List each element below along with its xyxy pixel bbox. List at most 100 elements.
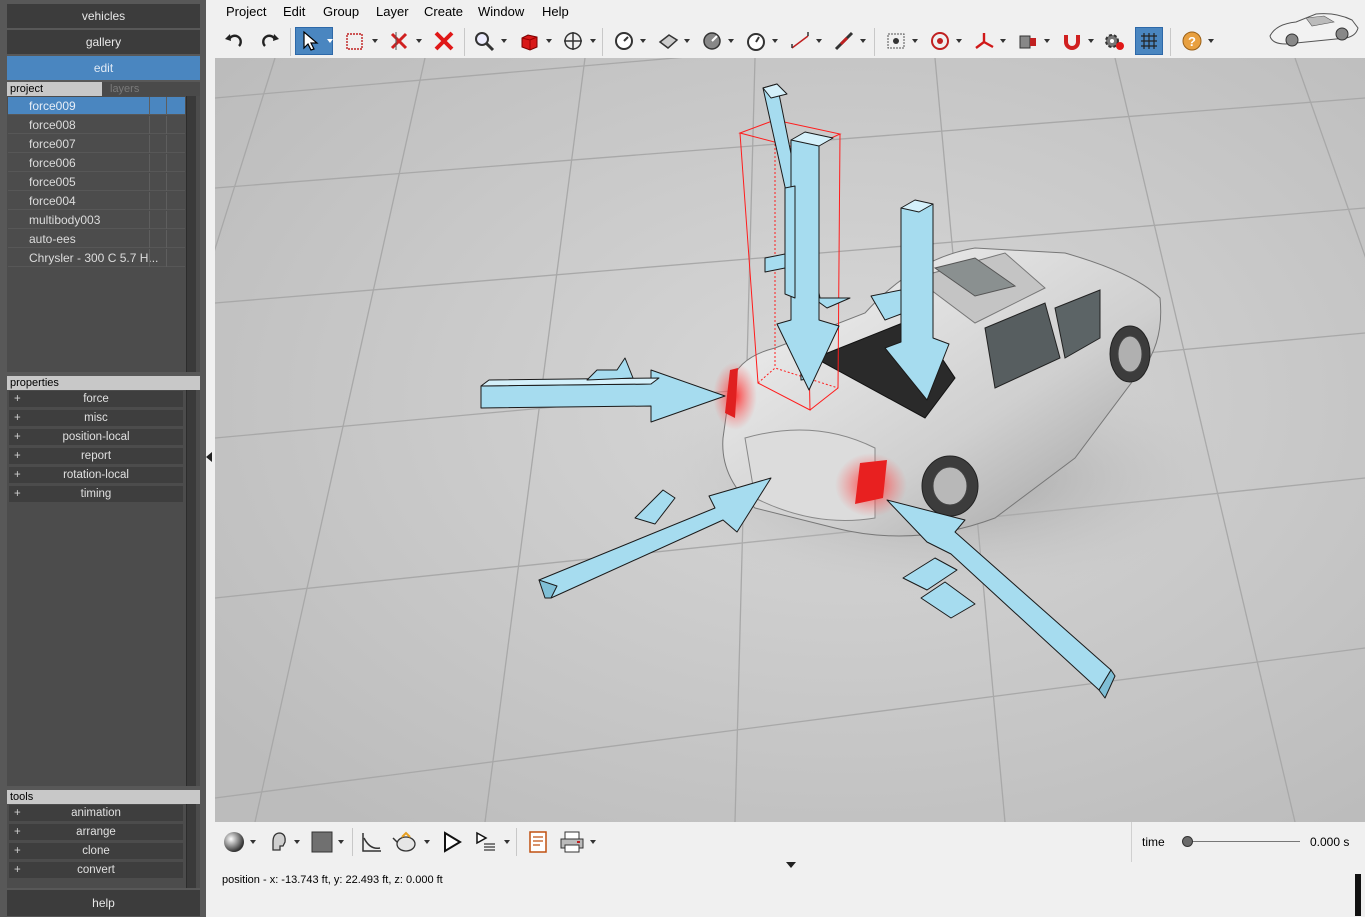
play-icon[interactable] <box>438 828 466 856</box>
tree-item[interactable]: force006 <box>8 154 185 172</box>
time-slider-thumb[interactable] <box>1182 836 1193 847</box>
color-swatch-icon[interactable] <box>308 828 336 856</box>
help-button[interactable]: help <box>7 890 200 916</box>
playlist-icon[interactable] <box>472 828 500 856</box>
report-icon[interactable] <box>524 828 552 856</box>
property-group[interactable]: + misc <box>9 410 183 426</box>
tab-project[interactable]: project <box>7 82 102 96</box>
chevron-down-icon[interactable] <box>372 39 378 43</box>
menu-layer[interactable]: Layer <box>376 4 409 19</box>
zoom-icon[interactable] <box>470 27 498 55</box>
surface-icon[interactable] <box>654 27 682 55</box>
toolbar-separator <box>874 28 875 56</box>
chevron-down-icon[interactable] <box>338 840 344 844</box>
dial-icon[interactable] <box>698 27 726 55</box>
redo-icon[interactable] <box>256 27 284 55</box>
tree-item[interactable]: force008 <box>8 116 185 134</box>
properties-scrollbar[interactable] <box>186 390 196 786</box>
chevron-down-icon[interactable] <box>816 39 822 43</box>
print-icon[interactable] <box>558 828 586 856</box>
probe-icon[interactable] <box>830 27 858 55</box>
chevron-down-icon[interactable] <box>504 840 510 844</box>
collapse-panel-icon[interactable] <box>206 452 212 462</box>
sphere-material-icon[interactable] <box>220 828 248 856</box>
menu-group[interactable]: Group <box>323 4 359 19</box>
tree-item[interactable]: multibody003 <box>8 211 185 229</box>
timer-icon[interactable] <box>742 27 770 55</box>
edit-button[interactable]: edit <box>7 56 200 80</box>
camera-icon[interactable] <box>1014 27 1042 55</box>
time-slider[interactable] <box>1182 836 1300 847</box>
menu-help[interactable]: Help <box>542 4 569 19</box>
tree-item-label: force009 <box>29 99 76 113</box>
property-group[interactable]: + report <box>9 448 183 464</box>
tree-item[interactable]: auto-ees <box>8 230 185 248</box>
undo-icon[interactable] <box>220 27 248 55</box>
3d-viewport[interactable] <box>215 58 1365 822</box>
gauge-icon[interactable] <box>610 27 638 55</box>
tab-layers[interactable]: layers <box>107 82 197 96</box>
tree-item[interactable]: Chrysler - 300 C 5.7 H... <box>8 249 185 267</box>
property-group[interactable]: + force <box>9 391 183 407</box>
tree-item[interactable]: force005 <box>8 173 185 191</box>
chevron-down-icon[interactable] <box>860 39 866 43</box>
menu-project[interactable]: Project <box>226 4 266 19</box>
grid-icon[interactable] <box>1135 27 1163 55</box>
property-group[interactable]: + position-local <box>9 429 183 445</box>
tool-item[interactable]: + clone <box>9 843 183 859</box>
chevron-down-icon[interactable] <box>728 39 734 43</box>
select-box-icon[interactable] <box>341 27 369 55</box>
chevron-down-icon[interactable] <box>1044 39 1050 43</box>
chevron-down-icon[interactable] <box>912 39 918 43</box>
axes-icon[interactable] <box>970 27 998 55</box>
settings-icon[interactable] <box>1100 27 1128 55</box>
chevron-down-icon[interactable] <box>590 840 596 844</box>
box-object-icon[interactable] <box>515 27 543 55</box>
chevron-down-icon[interactable] <box>1088 39 1094 43</box>
gallery-button[interactable]: gallery <box>7 30 200 54</box>
magnet-icon[interactable] <box>1058 27 1086 55</box>
tool-item[interactable]: + animation <box>9 805 183 821</box>
chevron-down-icon[interactable] <box>590 39 596 43</box>
chevron-down-icon[interactable] <box>546 39 552 43</box>
menu-edit[interactable]: Edit <box>283 4 305 19</box>
chevron-down-icon[interactable] <box>501 39 507 43</box>
property-group[interactable]: + timing <box>9 486 183 502</box>
chevron-down-icon[interactable] <box>294 840 300 844</box>
chevron-down-icon[interactable] <box>772 39 778 43</box>
tree-item[interactable]: force009 <box>8 97 185 115</box>
vehicles-button[interactable]: vehicles <box>7 4 200 28</box>
tools-scrollbar[interactable] <box>186 804 196 888</box>
graph-icon[interactable] <box>358 828 386 856</box>
target-icon[interactable] <box>926 27 954 55</box>
menu-create[interactable]: Create <box>424 4 463 19</box>
resize-grip[interactable] <box>1355 874 1361 916</box>
move-icon[interactable] <box>559 27 587 55</box>
chevron-down-icon[interactable] <box>416 39 422 43</box>
tree-item[interactable]: force007 <box>8 135 185 153</box>
scene-canvas[interactable] <box>215 58 1365 822</box>
menu-window[interactable]: Window <box>478 4 524 19</box>
head-icon[interactable] <box>264 828 292 856</box>
teapot-icon[interactable] <box>392 828 420 856</box>
help-icon[interactable]: ? <box>1178 27 1206 55</box>
expand-panel-icon[interactable] <box>786 862 796 868</box>
delete-icon[interactable] <box>430 27 458 55</box>
tree-scrollbar[interactable] <box>186 96 196 372</box>
tool-item[interactable]: + arrange <box>9 824 183 840</box>
property-group[interactable]: + rotation-local <box>9 467 183 483</box>
chevron-down-icon[interactable] <box>250 840 256 844</box>
chevron-down-icon[interactable] <box>684 39 690 43</box>
tool-item[interactable]: + convert <box>9 862 183 878</box>
frame-icon[interactable] <box>882 27 910 55</box>
measure-icon[interactable] <box>786 27 814 55</box>
chevron-down-icon[interactable] <box>424 840 430 844</box>
tree-item[interactable]: force004 <box>8 192 185 210</box>
chevron-down-icon[interactable] <box>956 39 962 43</box>
chevron-down-icon[interactable] <box>1208 39 1214 43</box>
chevron-down-icon[interactable] <box>1000 39 1006 43</box>
chevron-down-icon[interactable] <box>640 39 646 43</box>
delete-multiple-icon[interactable] <box>385 27 413 55</box>
expand-icon: + <box>14 431 21 443</box>
chevron-down-icon[interactable] <box>327 39 333 43</box>
